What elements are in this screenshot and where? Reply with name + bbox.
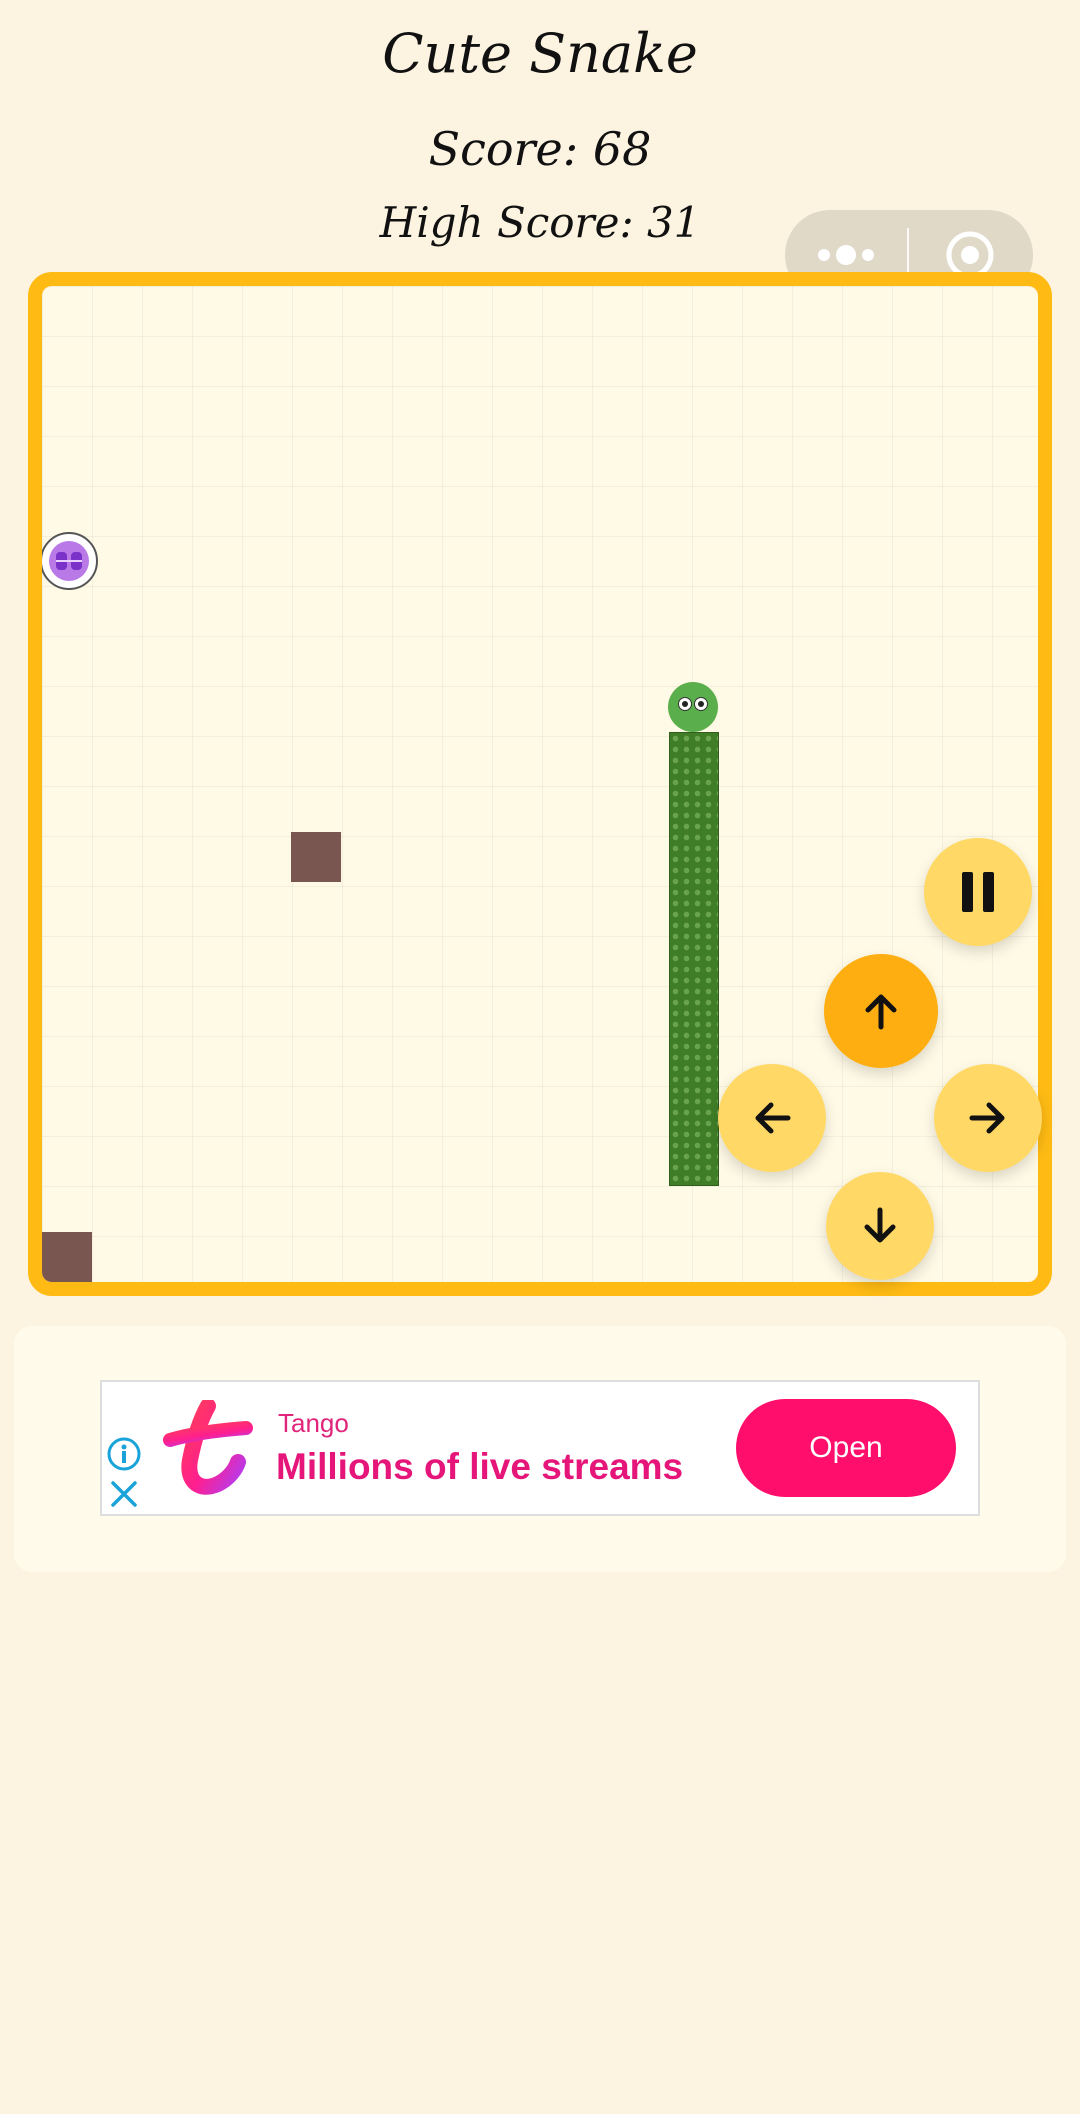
ad-banner[interactable]: Tango Millions of live streams Open bbox=[100, 1380, 980, 1516]
ad-brand-name: Tango bbox=[278, 1408, 349, 1438]
right-button[interactable] bbox=[934, 1064, 1042, 1172]
ad-headline: Millions of live streams bbox=[276, 1446, 684, 1487]
arrow-left-icon bbox=[755, 1102, 791, 1134]
powerup-item bbox=[42, 532, 98, 590]
arrow-up-icon bbox=[865, 994, 897, 1030]
obstacle-block bbox=[291, 832, 341, 882]
left-button[interactable] bbox=[718, 1064, 826, 1172]
pause-button[interactable] bbox=[924, 838, 1032, 946]
down-button[interactable] bbox=[826, 1172, 934, 1280]
pause-icon bbox=[962, 872, 994, 912]
ad-open-button[interactable]: Open bbox=[736, 1399, 956, 1497]
snake-eye bbox=[694, 697, 708, 711]
score-label: Score: 68 bbox=[428, 122, 652, 176]
up-button[interactable] bbox=[824, 954, 938, 1068]
purple-gem-icon bbox=[49, 541, 89, 581]
snake-head bbox=[668, 682, 718, 732]
game-board[interactable] bbox=[28, 272, 1052, 1296]
tango-logo-icon bbox=[163, 1400, 253, 1495]
arrow-down-icon bbox=[864, 1207, 896, 1243]
obstacle-block bbox=[42, 1232, 92, 1282]
close-icon[interactable] bbox=[108, 1478, 140, 1510]
snake-eye bbox=[678, 697, 692, 711]
game-title: Cute Snake bbox=[382, 22, 698, 85]
info-icon[interactable] bbox=[106, 1436, 142, 1472]
arrow-right-icon bbox=[969, 1102, 1005, 1134]
more-dots-icon bbox=[818, 245, 874, 265]
snake-body bbox=[669, 732, 719, 1186]
